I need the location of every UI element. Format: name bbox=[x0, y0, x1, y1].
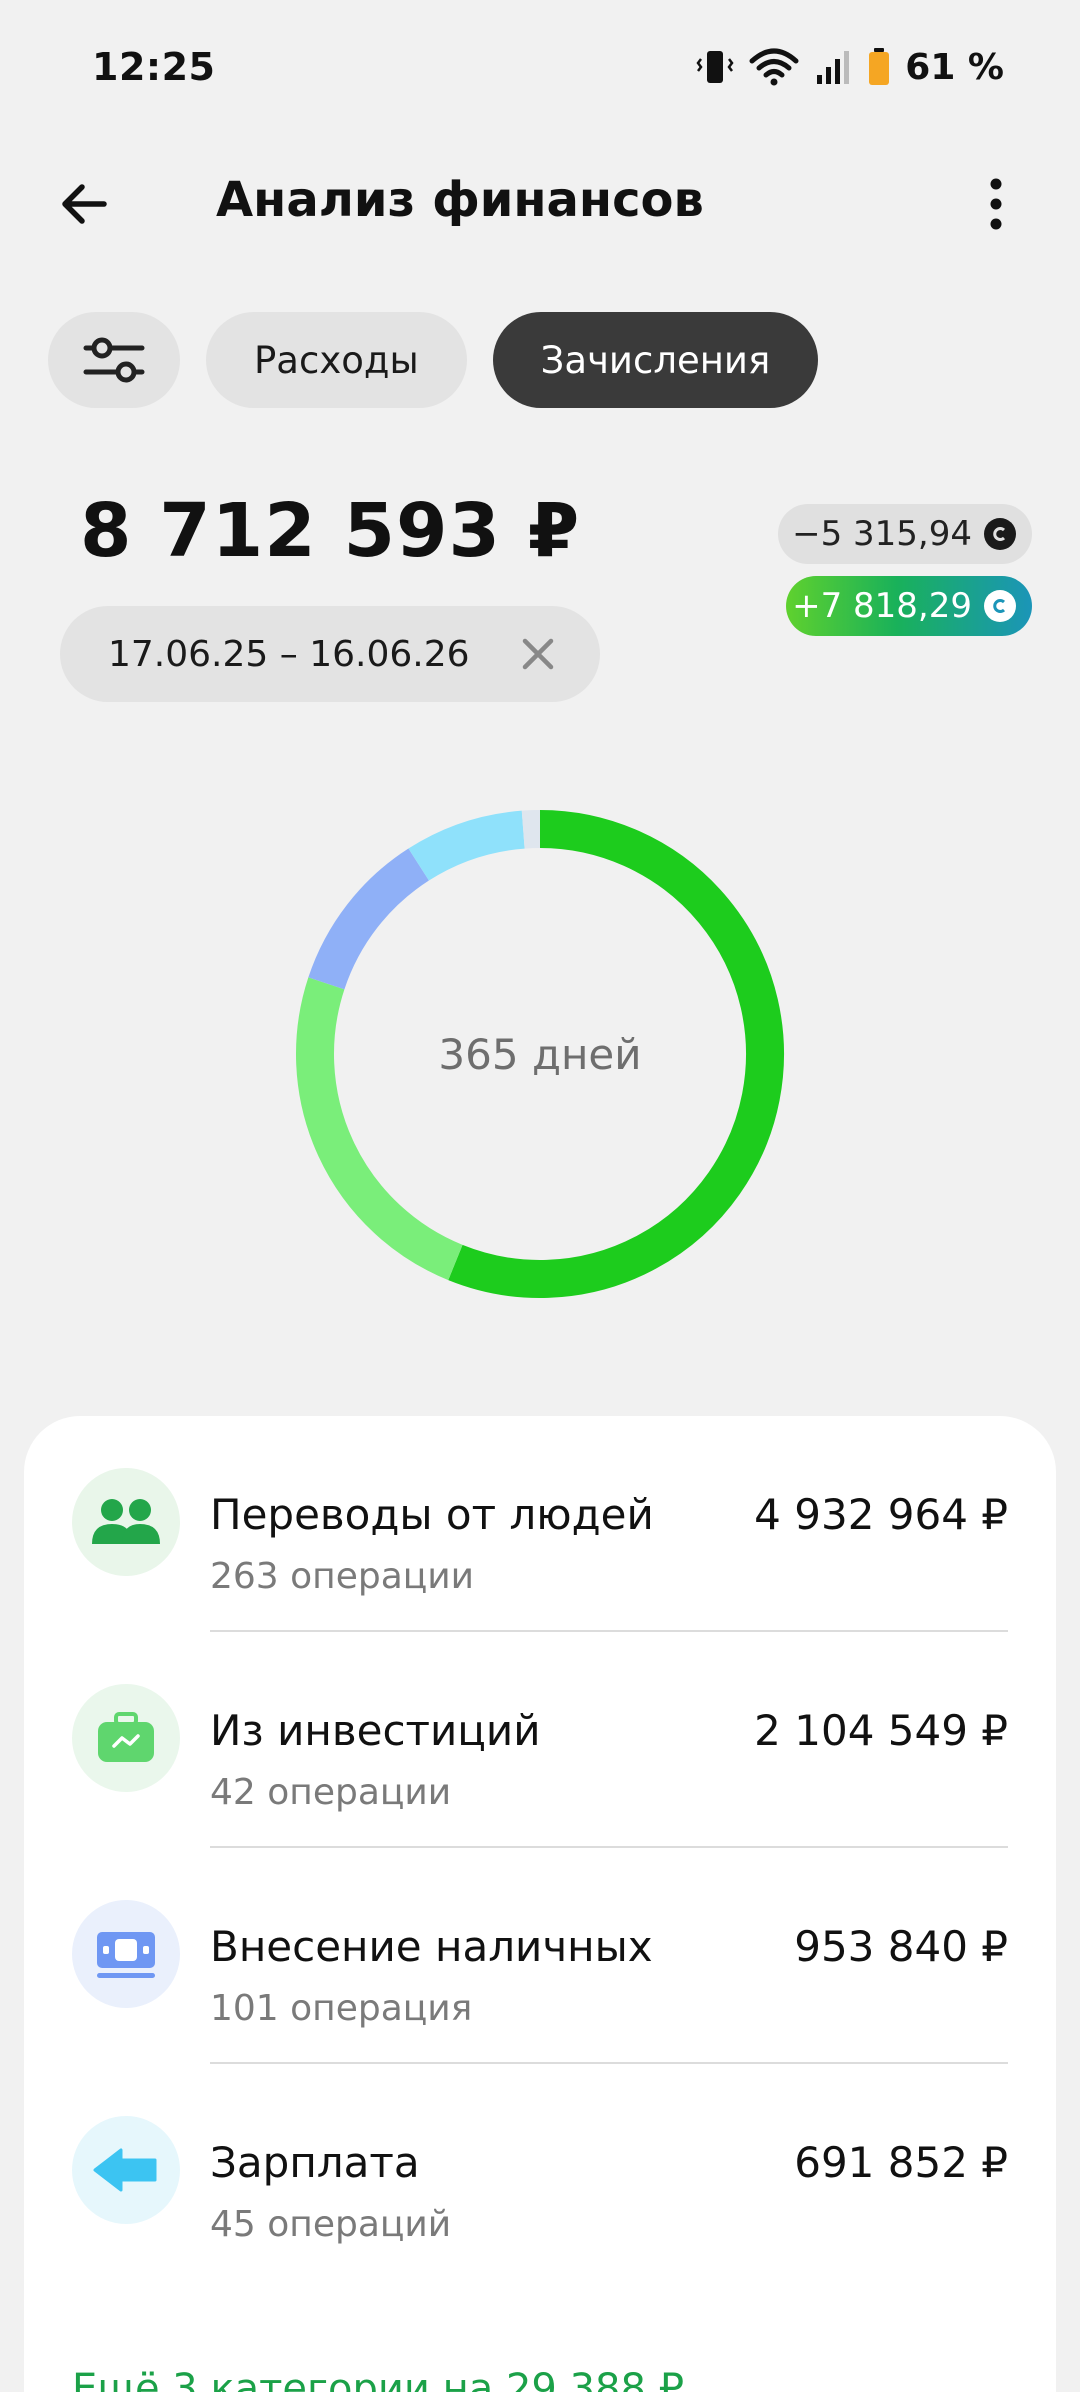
battery-icon bbox=[867, 47, 891, 87]
clear-date-button[interactable] bbox=[514, 630, 562, 678]
bonus-coin-icon bbox=[984, 518, 1016, 550]
category-row[interactable]: Зарплата 45 операций 691 852 ₽ bbox=[24, 2064, 1056, 2280]
people-icon bbox=[92, 1499, 160, 1544]
wifi-icon bbox=[749, 47, 799, 87]
signal-icon bbox=[813, 47, 853, 87]
categories-card: Переводы от людей 263 операции 4 932 964… bbox=[24, 1416, 1056, 2392]
category-amount: 4 932 964 ₽ bbox=[754, 1490, 1008, 1539]
back-button[interactable] bbox=[48, 168, 120, 240]
category-name: Из инвестиций bbox=[210, 1706, 541, 1755]
bonus-spent-value: −5 315,94 bbox=[792, 514, 972, 554]
category-row[interactable]: Из инвестиций 42 операции 2 104 549 ₽ bbox=[24, 1632, 1056, 1848]
page-title: Анализ финансов bbox=[216, 172, 704, 228]
filter-button[interactable] bbox=[48, 312, 180, 408]
bonus-earned-badge[interactable]: +7 818,29 bbox=[786, 576, 1032, 636]
category-name: Зарплата bbox=[210, 2138, 420, 2187]
vibrate-icon bbox=[695, 47, 735, 87]
category-icon-wrap bbox=[72, 1684, 180, 1792]
date-range-label: 17.06.25 – 16.06.26 bbox=[108, 633, 470, 675]
tab-expenses[interactable]: Расходы bbox=[206, 312, 467, 408]
category-name: Переводы от людей bbox=[210, 1490, 654, 1539]
battery-percent: 61 % bbox=[905, 46, 1004, 88]
filter-chips: Расходы Зачисления bbox=[48, 312, 819, 408]
category-amount: 691 852 ₽ bbox=[794, 2138, 1008, 2187]
status-time: 12:25 bbox=[92, 45, 216, 89]
donut-center-label: 365 дней bbox=[438, 1029, 642, 1079]
status-icons: 61 % bbox=[695, 47, 1004, 88]
donut-chart: 365 дней bbox=[294, 808, 786, 1300]
arrow-left-icon bbox=[62, 184, 107, 224]
category-icon-wrap bbox=[72, 2116, 180, 2224]
more-menu-button[interactable] bbox=[960, 168, 1032, 240]
arrow-left-fill-icon bbox=[93, 2148, 157, 2192]
briefcase-chart-icon bbox=[98, 1712, 154, 1762]
more-vertical-icon bbox=[990, 178, 1002, 230]
tab-income[interactable]: Зачисления bbox=[492, 312, 819, 408]
category-count: 101 операция bbox=[210, 1988, 473, 2029]
category-amount: 953 840 ₽ bbox=[794, 1922, 1008, 1971]
bonus-spent-badge[interactable]: −5 315,94 bbox=[778, 504, 1032, 564]
category-count: 42 операции bbox=[210, 1772, 452, 1813]
banknote-icon bbox=[97, 1932, 155, 1978]
bonus-earned-value: +7 818,29 bbox=[792, 586, 972, 626]
more-categories-link[interactable]: Ещё 3 категории на 29 388 ₽ bbox=[72, 2366, 684, 2392]
category-name: Внесение наличных bbox=[210, 1922, 653, 1971]
category-row[interactable]: Переводы от людей 263 операции 4 932 964… bbox=[24, 1416, 1056, 1632]
category-count: 45 операций bbox=[210, 2204, 452, 2245]
total-amount: 8 712 593 ₽ bbox=[80, 488, 581, 574]
close-icon bbox=[522, 638, 554, 670]
bonus-coin-icon bbox=[984, 590, 1016, 622]
category-count: 263 операции bbox=[210, 1556, 475, 1597]
app-bar: Анализ финансов bbox=[0, 150, 1080, 256]
category-icon-wrap bbox=[72, 1900, 180, 2008]
sliders-icon bbox=[83, 337, 145, 383]
category-amount: 2 104 549 ₽ bbox=[754, 1706, 1008, 1755]
category-icon-wrap bbox=[72, 1468, 180, 1576]
status-bar: 12:25 61 % bbox=[0, 0, 1080, 134]
category-row[interactable]: Внесение наличных 101 операция 953 840 ₽ bbox=[24, 1848, 1056, 2064]
date-range-chip[interactable]: 17.06.25 – 16.06.26 bbox=[60, 606, 600, 702]
